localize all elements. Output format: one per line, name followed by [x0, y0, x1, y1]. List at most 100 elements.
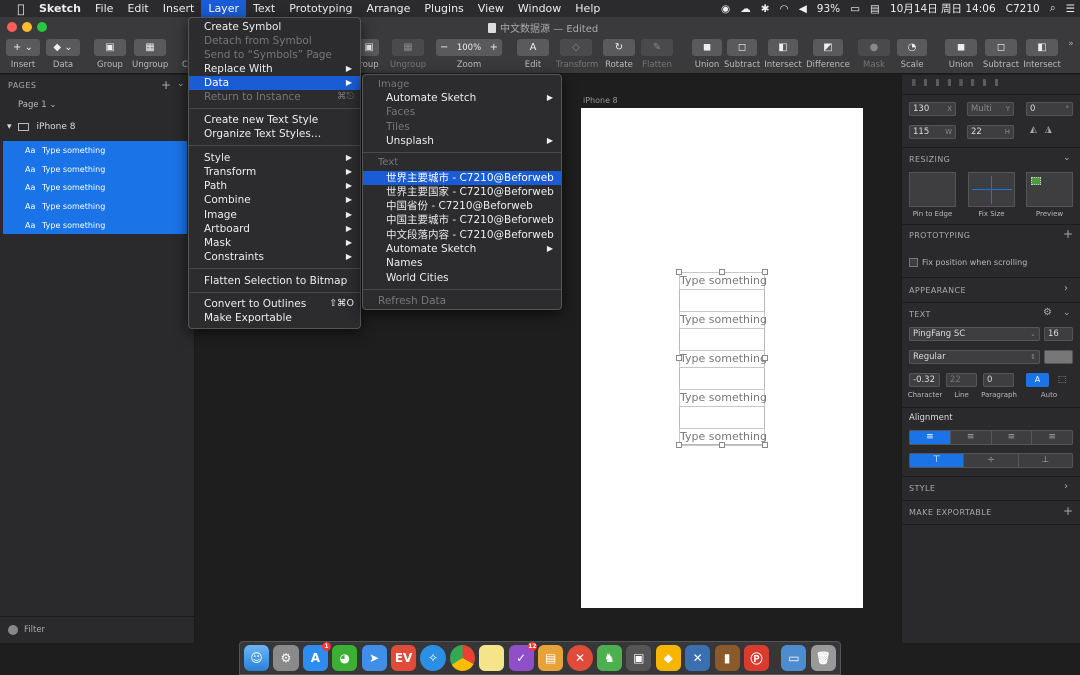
menu-item-make-exportable[interactable]: Make Exportable [189, 311, 360, 325]
flatten-tool[interactable]: ✎ Flatten [641, 39, 673, 70]
ev-icon[interactable]: EV [391, 645, 417, 671]
union-tool-2[interactable]: ◼ Union [945, 39, 977, 70]
menu-item-combine[interactable]: Combine ▶ [189, 193, 360, 207]
font-family-select[interactable]: PingFang SC ⌄ [909, 327, 1040, 341]
menu-plugins[interactable]: Plugins [417, 0, 470, 17]
subtract-tool[interactable]: ◻ Subtract [724, 39, 760, 70]
layer-item[interactable]: Aa Type something [3, 160, 187, 179]
ungroup-tool[interactable]: ▦ Ungroup [132, 39, 168, 70]
chevron-right-icon[interactable]: › [1064, 283, 1068, 294]
resize-handle[interactable] [762, 442, 768, 448]
align-top-icon[interactable]: ⊤ [910, 454, 964, 467]
font-size-field[interactable]: 16 [1044, 327, 1073, 341]
rotation-field[interactable]: 0 ° [1026, 102, 1073, 116]
mask-tool[interactable]: ● Mask [858, 39, 890, 70]
battery-percent[interactable]: 93% [812, 3, 845, 15]
volume-icon[interactable]: ◀ [794, 3, 812, 15]
canvas-text-layer[interactable]: Type something [679, 389, 767, 407]
keynote-icon[interactable]: ▮ [714, 645, 740, 671]
add-page-icon[interactable]: + [161, 78, 171, 92]
subtract-tool-2[interactable]: ◻ Subtract [982, 39, 1020, 70]
page-selector[interactable]: Page 1 ⌄ [18, 100, 57, 110]
align-middle-icon[interactable]: ÷ [963, 454, 1018, 467]
chevron-down-icon[interactable]: ⌄ [1063, 153, 1071, 163]
menu-item-flatten-to-bitmap[interactable]: Flatten Selection to Bitmap [189, 274, 360, 288]
menu-item-organize-text-styles[interactable]: Organize Text Styles… [189, 127, 360, 141]
menu-item-automate-sketch-text[interactable]: Automate Sketch ▶ [363, 242, 561, 256]
trash-icon[interactable]: 🗑 [810, 645, 836, 671]
menu-item-unsplash[interactable]: Unsplash ▶ [363, 134, 561, 148]
layer-item[interactable]: Aa Type something [3, 216, 187, 235]
align-left-icon[interactable]: ≡ [910, 431, 950, 444]
user-name[interactable]: C7210 [1001, 3, 1045, 15]
menu-help[interactable]: Help [568, 0, 607, 17]
flip-icons[interactable]: ◭◮ [1030, 125, 1060, 135]
paper-plane-icon[interactable]: ➤ [361, 645, 387, 671]
fix-size-control[interactable] [968, 172, 1015, 207]
menu-item-world-countries-cn[interactable]: 世界主要国家 - C7210@Beforweb [363, 185, 561, 199]
y-field[interactable]: Multi Y [967, 102, 1014, 116]
cloud-icon[interactable]: ☁ [735, 3, 756, 15]
menu-item-automate-sketch-image[interactable]: Automate Sketch ▶ [363, 91, 561, 105]
sketch-icon[interactable]: ◆ [655, 645, 681, 671]
auto-width-button[interactable]: A [1026, 373, 1049, 387]
canvas-text-layer[interactable]: Type something [679, 311, 767, 329]
battery-icon[interactable]: ▭ [845, 3, 865, 15]
chevron-right-icon[interactable]: › [1064, 481, 1068, 492]
text-color-well[interactable] [1044, 350, 1073, 364]
menu-item-replace-with[interactable]: Replace With ▶ [189, 62, 360, 76]
chevron-down-icon[interactable]: ⌄ [1063, 308, 1071, 318]
disclosure-triangle-icon[interactable]: ▾ [7, 122, 12, 132]
menu-insert[interactable]: Insert [156, 0, 202, 17]
finder-icon[interactable]: ☺ [244, 645, 270, 671]
wifi-icon[interactable]: ◠ [775, 3, 794, 15]
close-window-button[interactable] [7, 22, 17, 32]
menu-item-artboard[interactable]: Artboard ▶ [189, 222, 360, 236]
sketchbook-icon[interactable]: ▤ [538, 645, 564, 671]
layer-artboard[interactable]: ▾ iPhone 8 [0, 118, 195, 135]
menu-layer[interactable]: Layer [201, 0, 246, 17]
character-spacing-field[interactable]: -0.32 [909, 373, 940, 387]
height-field[interactable]: 22 H [967, 125, 1014, 139]
menu-item-path[interactable]: Path ▶ [189, 179, 360, 193]
menu-item-world-cities[interactable]: World Cities [363, 271, 561, 285]
zoom-control[interactable]: −100% + Zoom [436, 39, 502, 70]
pin-to-edge-control[interactable] [909, 172, 956, 207]
difference-tool[interactable]: ◩ Difference [806, 39, 850, 70]
bluetooth-icon[interactable]: ✱ [756, 3, 775, 15]
font-weight-select[interactable]: Regular ⇕ [909, 350, 1040, 364]
edit-tool[interactable]: A Edit [517, 39, 549, 70]
creative-cloud-icon[interactable]: ◉ [716, 3, 735, 15]
paragraph-spacing-field[interactable]: 0 [983, 373, 1014, 387]
menu-item-create-text-style[interactable]: Create new Text Style [189, 113, 360, 127]
layer-item[interactable]: Aa Type something [3, 178, 187, 197]
omnifocus-icon[interactable]: ✓ 12 [508, 642, 537, 671]
search-icon[interactable]: ⌕ [1045, 2, 1061, 15]
toolbar-overflow[interactable]: » [1066, 39, 1076, 49]
align-right-icon[interactable]: ≡ [990, 431, 1032, 444]
fixed-width-icon[interactable]: ⬚ [1052, 373, 1072, 387]
menu-item-create-symbol[interactable]: Create Symbol [189, 20, 360, 34]
resize-handle[interactable] [762, 355, 768, 361]
menu-item-chinese-paragraphs[interactable]: 中文段落内容 - C7210@Beforweb [363, 228, 561, 242]
xcode-icon[interactable]: ✕ [685, 645, 711, 671]
close-x-icon[interactable]: ✕ [567, 645, 593, 671]
menu-item-data[interactable]: Data ▶ [189, 76, 360, 91]
resize-handle[interactable] [762, 269, 768, 275]
add-export-icon[interactable]: + [1063, 504, 1073, 518]
clock[interactable]: 10月14日 周日 14:06 [885, 1, 1001, 16]
menu-list-icon[interactable]: ☰ [1061, 3, 1080, 15]
menu-sketch[interactable]: Sketch [32, 0, 88, 17]
screenshot-icon[interactable]: ▣ [626, 645, 652, 671]
ps-icon[interactable]: Ⓟ [743, 645, 770, 671]
artboard-label[interactable]: iPhone 8 [583, 96, 618, 105]
zoom-window-button[interactable] [37, 22, 47, 32]
insert-tool[interactable]: + ⌄ Insert [6, 39, 40, 70]
transform-tool[interactable]: ◇ Transform [556, 39, 598, 70]
union-tool[interactable]: ◼ Union [692, 39, 722, 70]
resize-handle[interactable] [719, 269, 725, 275]
align-bottom-icon[interactable]: ⊥ [1017, 454, 1072, 467]
menu-arrange[interactable]: Arrange [360, 0, 418, 17]
chrome-icon[interactable] [449, 645, 475, 671]
chevron-down-icon[interactable]: ⌄ [177, 79, 185, 89]
